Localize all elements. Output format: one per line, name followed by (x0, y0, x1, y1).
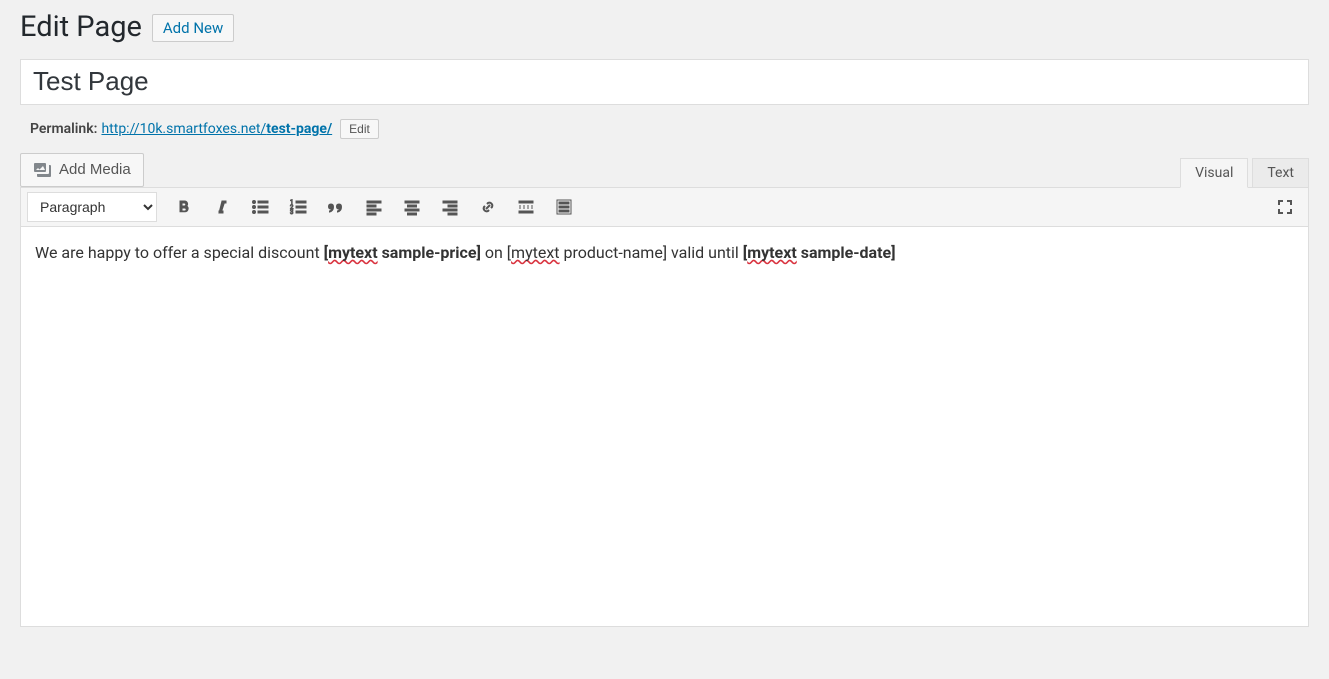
align-right-button[interactable] (433, 192, 467, 222)
editor-content[interactable]: We are happy to offer a special discount… (20, 227, 1309, 627)
media-icon (33, 160, 53, 180)
numbered-list-icon: 123 (288, 197, 308, 217)
post-title-input[interactable] (20, 59, 1309, 105)
tab-visual[interactable]: Visual (1180, 158, 1248, 188)
blockquote-button[interactable] (319, 192, 353, 222)
permalink-row: Permalink: http://10k.smartfoxes.net/tes… (20, 113, 1309, 153)
permalink-edit-button[interactable]: Edit (340, 119, 379, 139)
toolbar-toggle-button[interactable] (547, 192, 581, 222)
add-media-button[interactable]: Add Media (20, 153, 144, 187)
align-left-icon (364, 197, 384, 217)
bulleted-list-button[interactable] (243, 192, 277, 222)
bold-icon (174, 197, 194, 217)
numbered-list-button[interactable]: 123 (281, 192, 315, 222)
align-center-button[interactable] (395, 192, 429, 222)
toolbar-toggle-icon (554, 197, 574, 217)
format-select[interactable]: Paragraph (27, 192, 157, 222)
italic-icon (212, 197, 232, 217)
add-new-button[interactable]: Add New (152, 14, 234, 42)
permalink-link[interactable]: http://10k.smartfoxes.net/test-page/ (101, 121, 332, 137)
tab-text[interactable]: Text (1252, 158, 1309, 188)
permalink-slug: test-page/ (266, 121, 332, 137)
bold-button[interactable] (167, 192, 201, 222)
read-more-icon (516, 197, 536, 217)
fullscreen-button[interactable] (1268, 192, 1302, 222)
permalink-base: http://10k.smartfoxes.net/ (101, 121, 266, 137)
align-center-icon (402, 197, 422, 217)
bulleted-list-icon (250, 197, 270, 217)
fullscreen-icon (1275, 197, 1295, 217)
link-icon (478, 197, 498, 217)
align-left-button[interactable] (357, 192, 391, 222)
add-media-label: Add Media (59, 161, 131, 178)
italic-button[interactable] (205, 192, 239, 222)
page-title: Edit Page (20, 9, 142, 47)
blockquote-icon (326, 197, 346, 217)
editor-toolbar: Paragraph 123 (20, 187, 1309, 227)
permalink-label: Permalink: (30, 121, 97, 137)
read-more-button[interactable] (509, 192, 543, 222)
link-button[interactable] (471, 192, 505, 222)
svg-text:3: 3 (290, 209, 293, 216)
align-right-icon (440, 197, 460, 217)
